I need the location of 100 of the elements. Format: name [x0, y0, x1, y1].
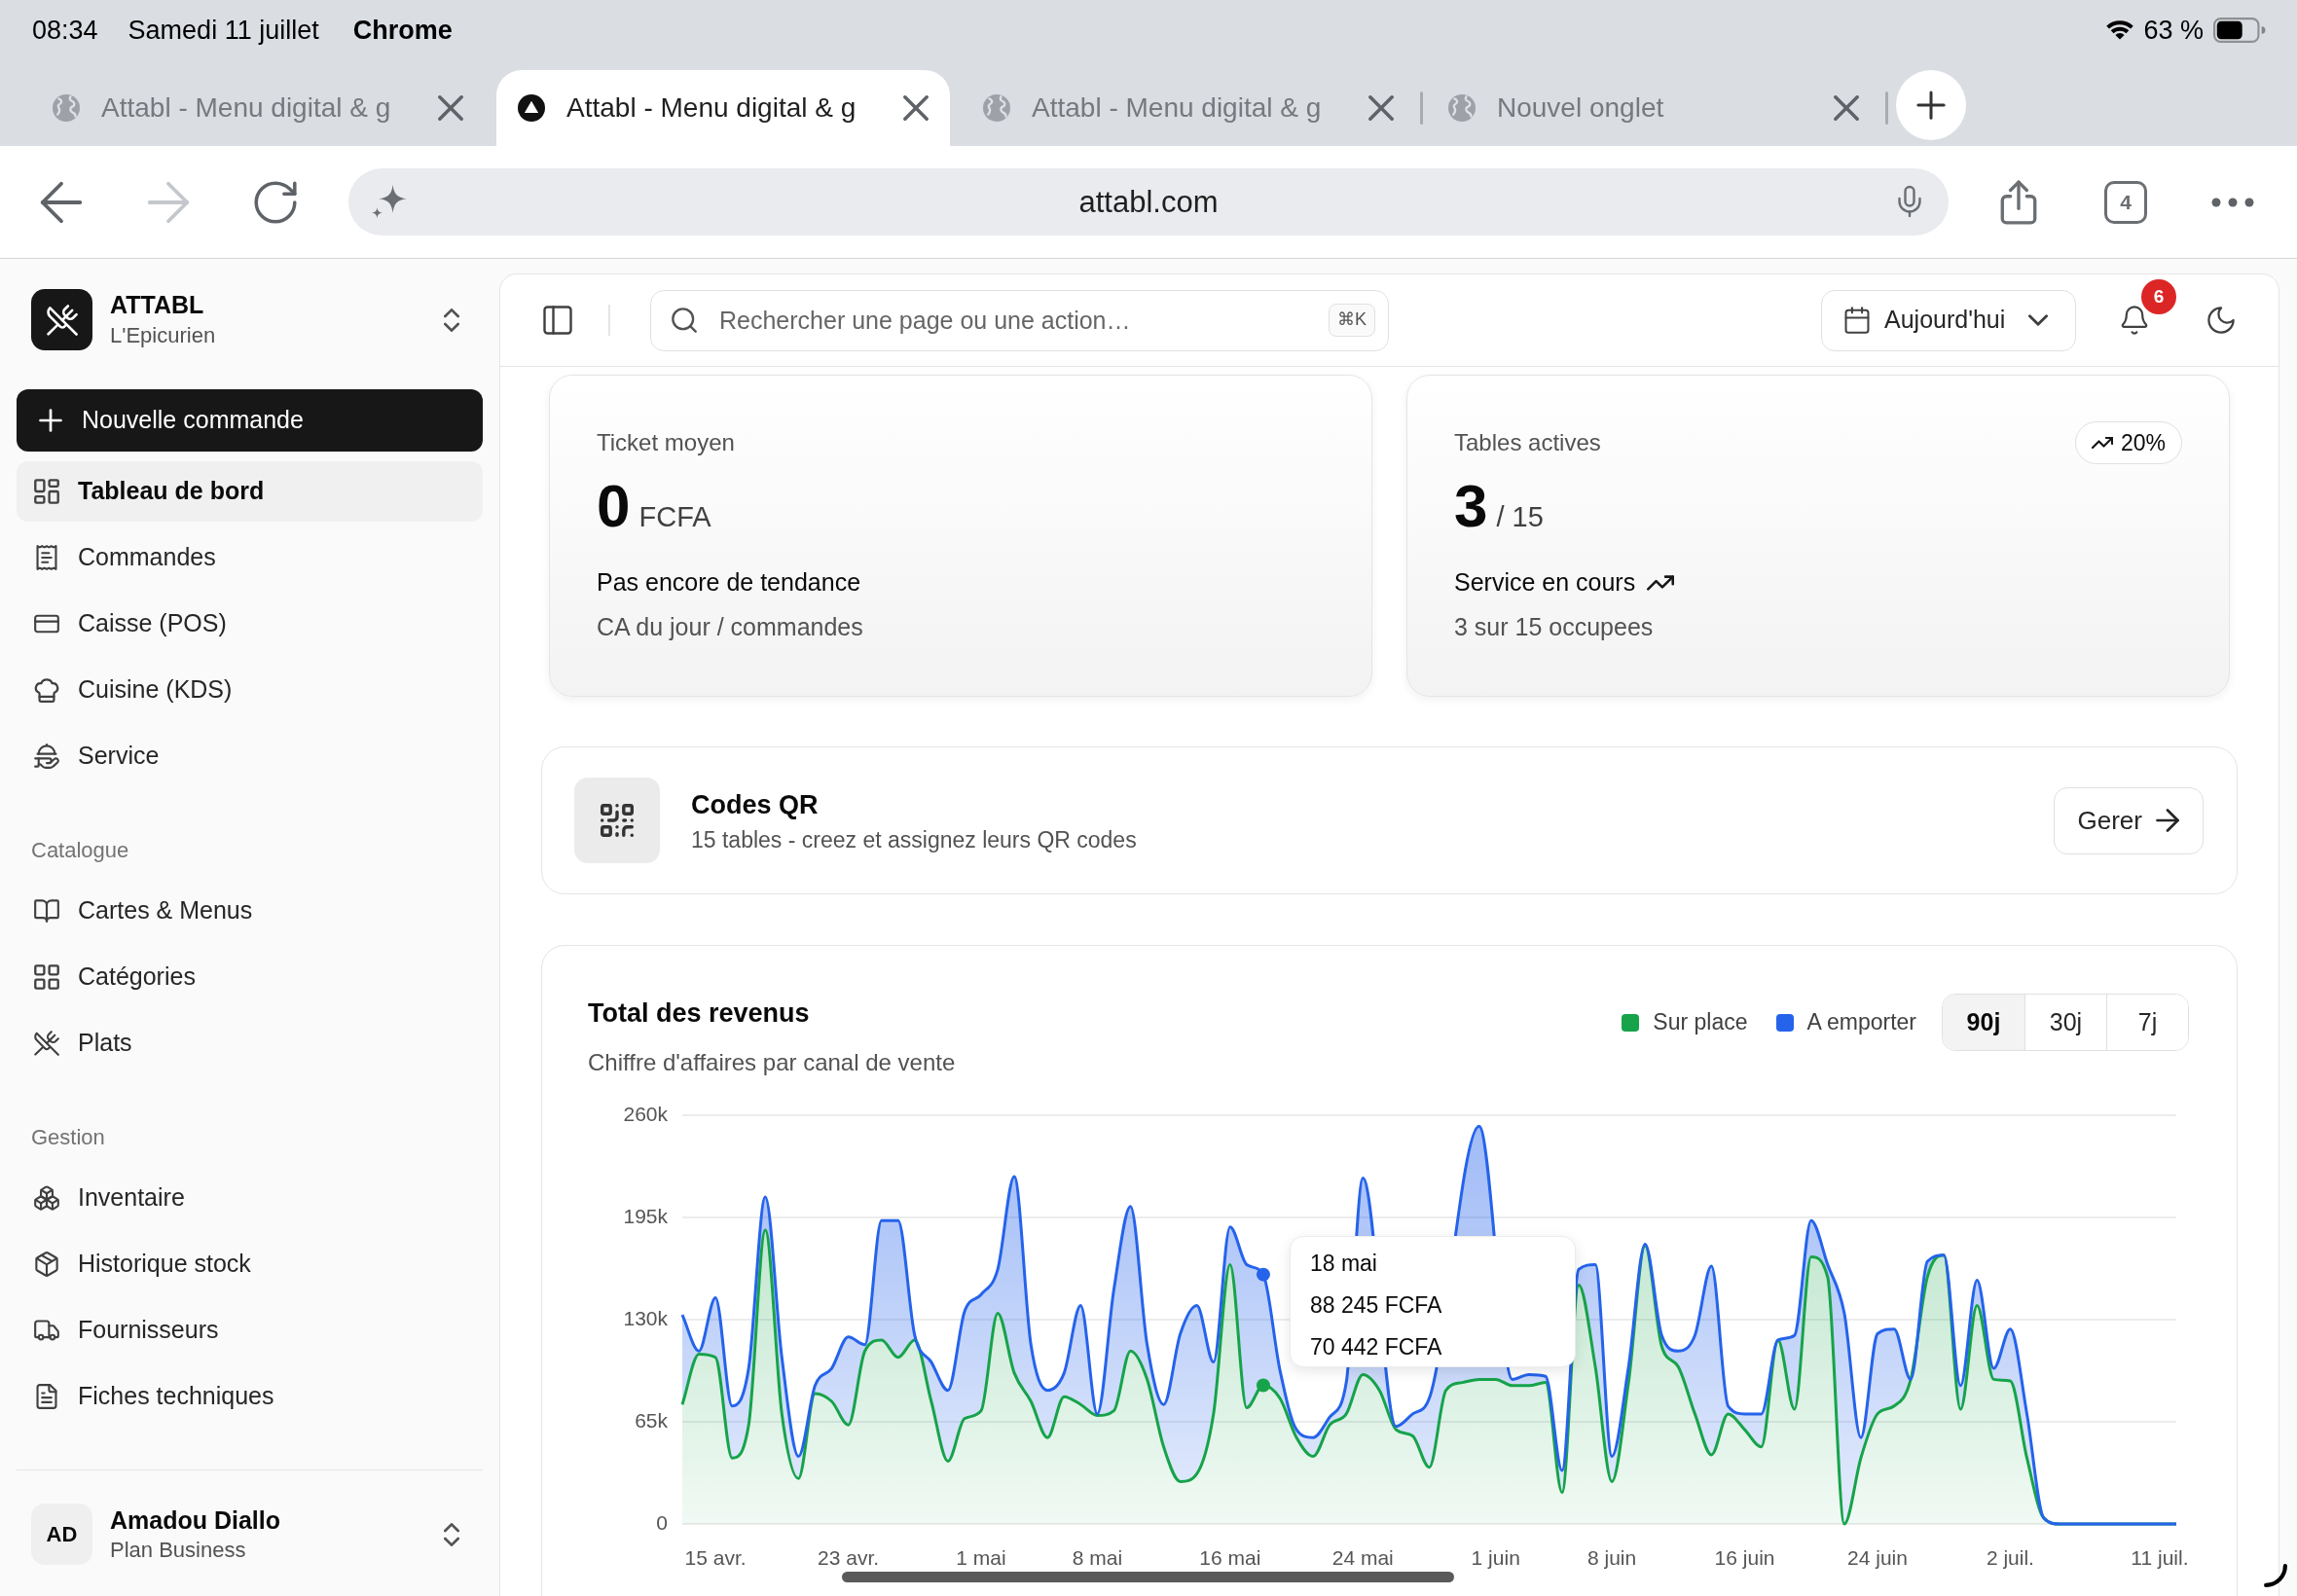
axis-label: 1 juin — [1471, 1545, 1520, 1569]
notification-badge: 6 — [2141, 279, 2176, 314]
trend-text: Pas encore de tendance — [597, 567, 861, 598]
tooltip-value: 70 442 FCFA — [1309, 1332, 1443, 1360]
axis-label: 23 avr. — [818, 1545, 880, 1569]
globe-icon — [1448, 94, 1476, 122]
chef-hat-icon — [34, 677, 59, 703]
nav-item[interactable]: Fiches techniques — [17, 1366, 483, 1427]
microphone-icon[interactable] — [1898, 185, 1921, 218]
globe-icon — [983, 94, 1010, 122]
bell-icon[interactable] — [2121, 306, 2148, 335]
chevrons-up-down-icon[interactable] — [444, 308, 459, 332]
nav-item[interactable]: Catégories — [17, 947, 483, 1007]
tab-count-button[interactable]: 4 — [2104, 180, 2147, 224]
user-avatar: AD — [31, 1504, 92, 1565]
chart-title: Total des revenus — [588, 998, 811, 1030]
axis-label: 24 mai — [1331, 1545, 1394, 1569]
tooltip-date: 18 mai — [1309, 1249, 1378, 1277]
nav-item[interactable]: Commandes — [17, 527, 483, 588]
brand-name: ATTABL — [110, 290, 205, 319]
sidebar-toggle-icon[interactable] — [543, 306, 572, 335]
date-filter-button[interactable]: Aujourd'hui — [1821, 289, 2076, 351]
axis-label: 1 mai — [956, 1545, 1006, 1569]
new-order-button[interactable]: Nouvelle commande — [17, 389, 483, 452]
axis-label: 16 mai — [1199, 1545, 1261, 1569]
trending-up-icon — [2091, 437, 2113, 449]
user-plan: Plan Business — [110, 1536, 247, 1564]
plus-icon — [39, 409, 62, 432]
more-icon[interactable] — [2211, 197, 2254, 207]
stat-value: 0 — [597, 472, 631, 540]
nav-item[interactable]: Tableau de bord — [17, 461, 483, 522]
axis-label: 2 juil. — [1986, 1545, 2034, 1569]
nav-item[interactable]: Caisse (POS) — [17, 594, 483, 654]
range-tab[interactable]: 90j — [1943, 995, 2024, 1050]
card-subtitle: 15 tables - creez et assignez leurs QR codes — [691, 825, 1137, 853]
card-title: Codes QR — [691, 788, 820, 821]
axis-label: 8 juin — [1587, 1545, 1637, 1569]
search-icon — [672, 307, 697, 333]
nav-item[interactable]: Service — [17, 726, 483, 786]
range-tab[interactable]: 7j — [2106, 995, 2188, 1050]
nav-item[interactable]: Fournisseurs — [17, 1300, 483, 1360]
section-title: Catalogue — [30, 836, 130, 864]
trending-up-icon — [1647, 575, 1675, 591]
brand-subtitle: L'Epicurien — [110, 322, 216, 349]
chevron-down-icon — [2028, 314, 2048, 326]
dashboard-icon — [34, 479, 59, 504]
dark-mode-moon-icon[interactable] — [2207, 307, 2235, 334]
share-icon[interactable] — [2000, 179, 2037, 225]
address-field[interactable]: attabl.com — [348, 168, 1949, 236]
arrow-right-icon — [2156, 809, 2179, 832]
back-icon[interactable] — [40, 180, 83, 224]
stat-label: Ticket moyen — [597, 428, 735, 457]
boxes-icon — [34, 1185, 59, 1211]
logo-icon — [31, 289, 92, 350]
receipt-icon — [34, 545, 59, 570]
package-icon — [34, 1251, 59, 1277]
status-time: 08:34 — [32, 14, 98, 47]
nav-item[interactable]: Plats — [17, 1013, 483, 1073]
axis-label: 130k — [623, 1306, 668, 1329]
sparkle-icon[interactable] — [372, 185, 407, 218]
nav-item[interactable]: Cuisine (KDS) — [17, 660, 483, 720]
axis-label: 24 juin — [1847, 1545, 1908, 1569]
close-icon[interactable] — [903, 95, 929, 121]
axis-label: 260k — [623, 1102, 668, 1125]
resize-handle-icon[interactable] — [2263, 1563, 2288, 1588]
stat-unit: / 15 — [1496, 500, 1544, 534]
axis-label: 65k — [635, 1408, 668, 1432]
document-icon — [34, 1384, 59, 1409]
globe-icon — [53, 94, 80, 122]
app-name: Chrome — [352, 14, 453, 47]
chevrons-up-down-icon[interactable] — [444, 1522, 459, 1546]
axis-label: 15 avr. — [684, 1545, 747, 1569]
manage-button[interactable]: Gerer — [2053, 786, 2204, 854]
legend-label: A emporter — [1806, 1008, 1916, 1037]
chart-subtitle: Chiffre d'affaires par canal de vente — [588, 1048, 956, 1077]
trend-percent: 20% — [2120, 428, 2166, 457]
nav-item[interactable]: Historique stock — [17, 1234, 483, 1294]
stat-label: Tables actives — [1454, 428, 1601, 457]
close-icon[interactable] — [1834, 95, 1859, 121]
utensils-icon — [34, 1031, 59, 1056]
axis-label: 0 — [656, 1510, 668, 1534]
browser-tab[interactable]: Attabl - Menu digital & g — [496, 70, 950, 146]
site-logo-icon — [518, 94, 545, 122]
qr-code-icon — [574, 778, 660, 863]
close-icon[interactable] — [438, 95, 463, 121]
open-book-icon — [34, 898, 59, 924]
grid-icon — [34, 964, 59, 990]
tooltip-value: 88 245 FCFA — [1309, 1290, 1443, 1319]
nav-item[interactable]: Inventaire — [17, 1168, 483, 1228]
stat-value: 3 — [1454, 472, 1488, 540]
scrollbar-thumb[interactable] — [842, 1572, 1454, 1582]
battery-percent: 63 % — [2143, 14, 2204, 47]
stat-note: 3 sur 15 occupees — [1454, 612, 1655, 641]
axis-label: 16 juin — [1714, 1545, 1775, 1569]
nav-item[interactable]: Cartes & Menus — [17, 881, 483, 941]
status-date: Samedi 11 juillet — [128, 14, 319, 47]
calendar-icon — [1843, 307, 1871, 334]
wifi-icon — [2106, 20, 2134, 40]
close-icon[interactable] — [1368, 95, 1394, 121]
reload-icon[interactable] — [254, 180, 297, 224]
